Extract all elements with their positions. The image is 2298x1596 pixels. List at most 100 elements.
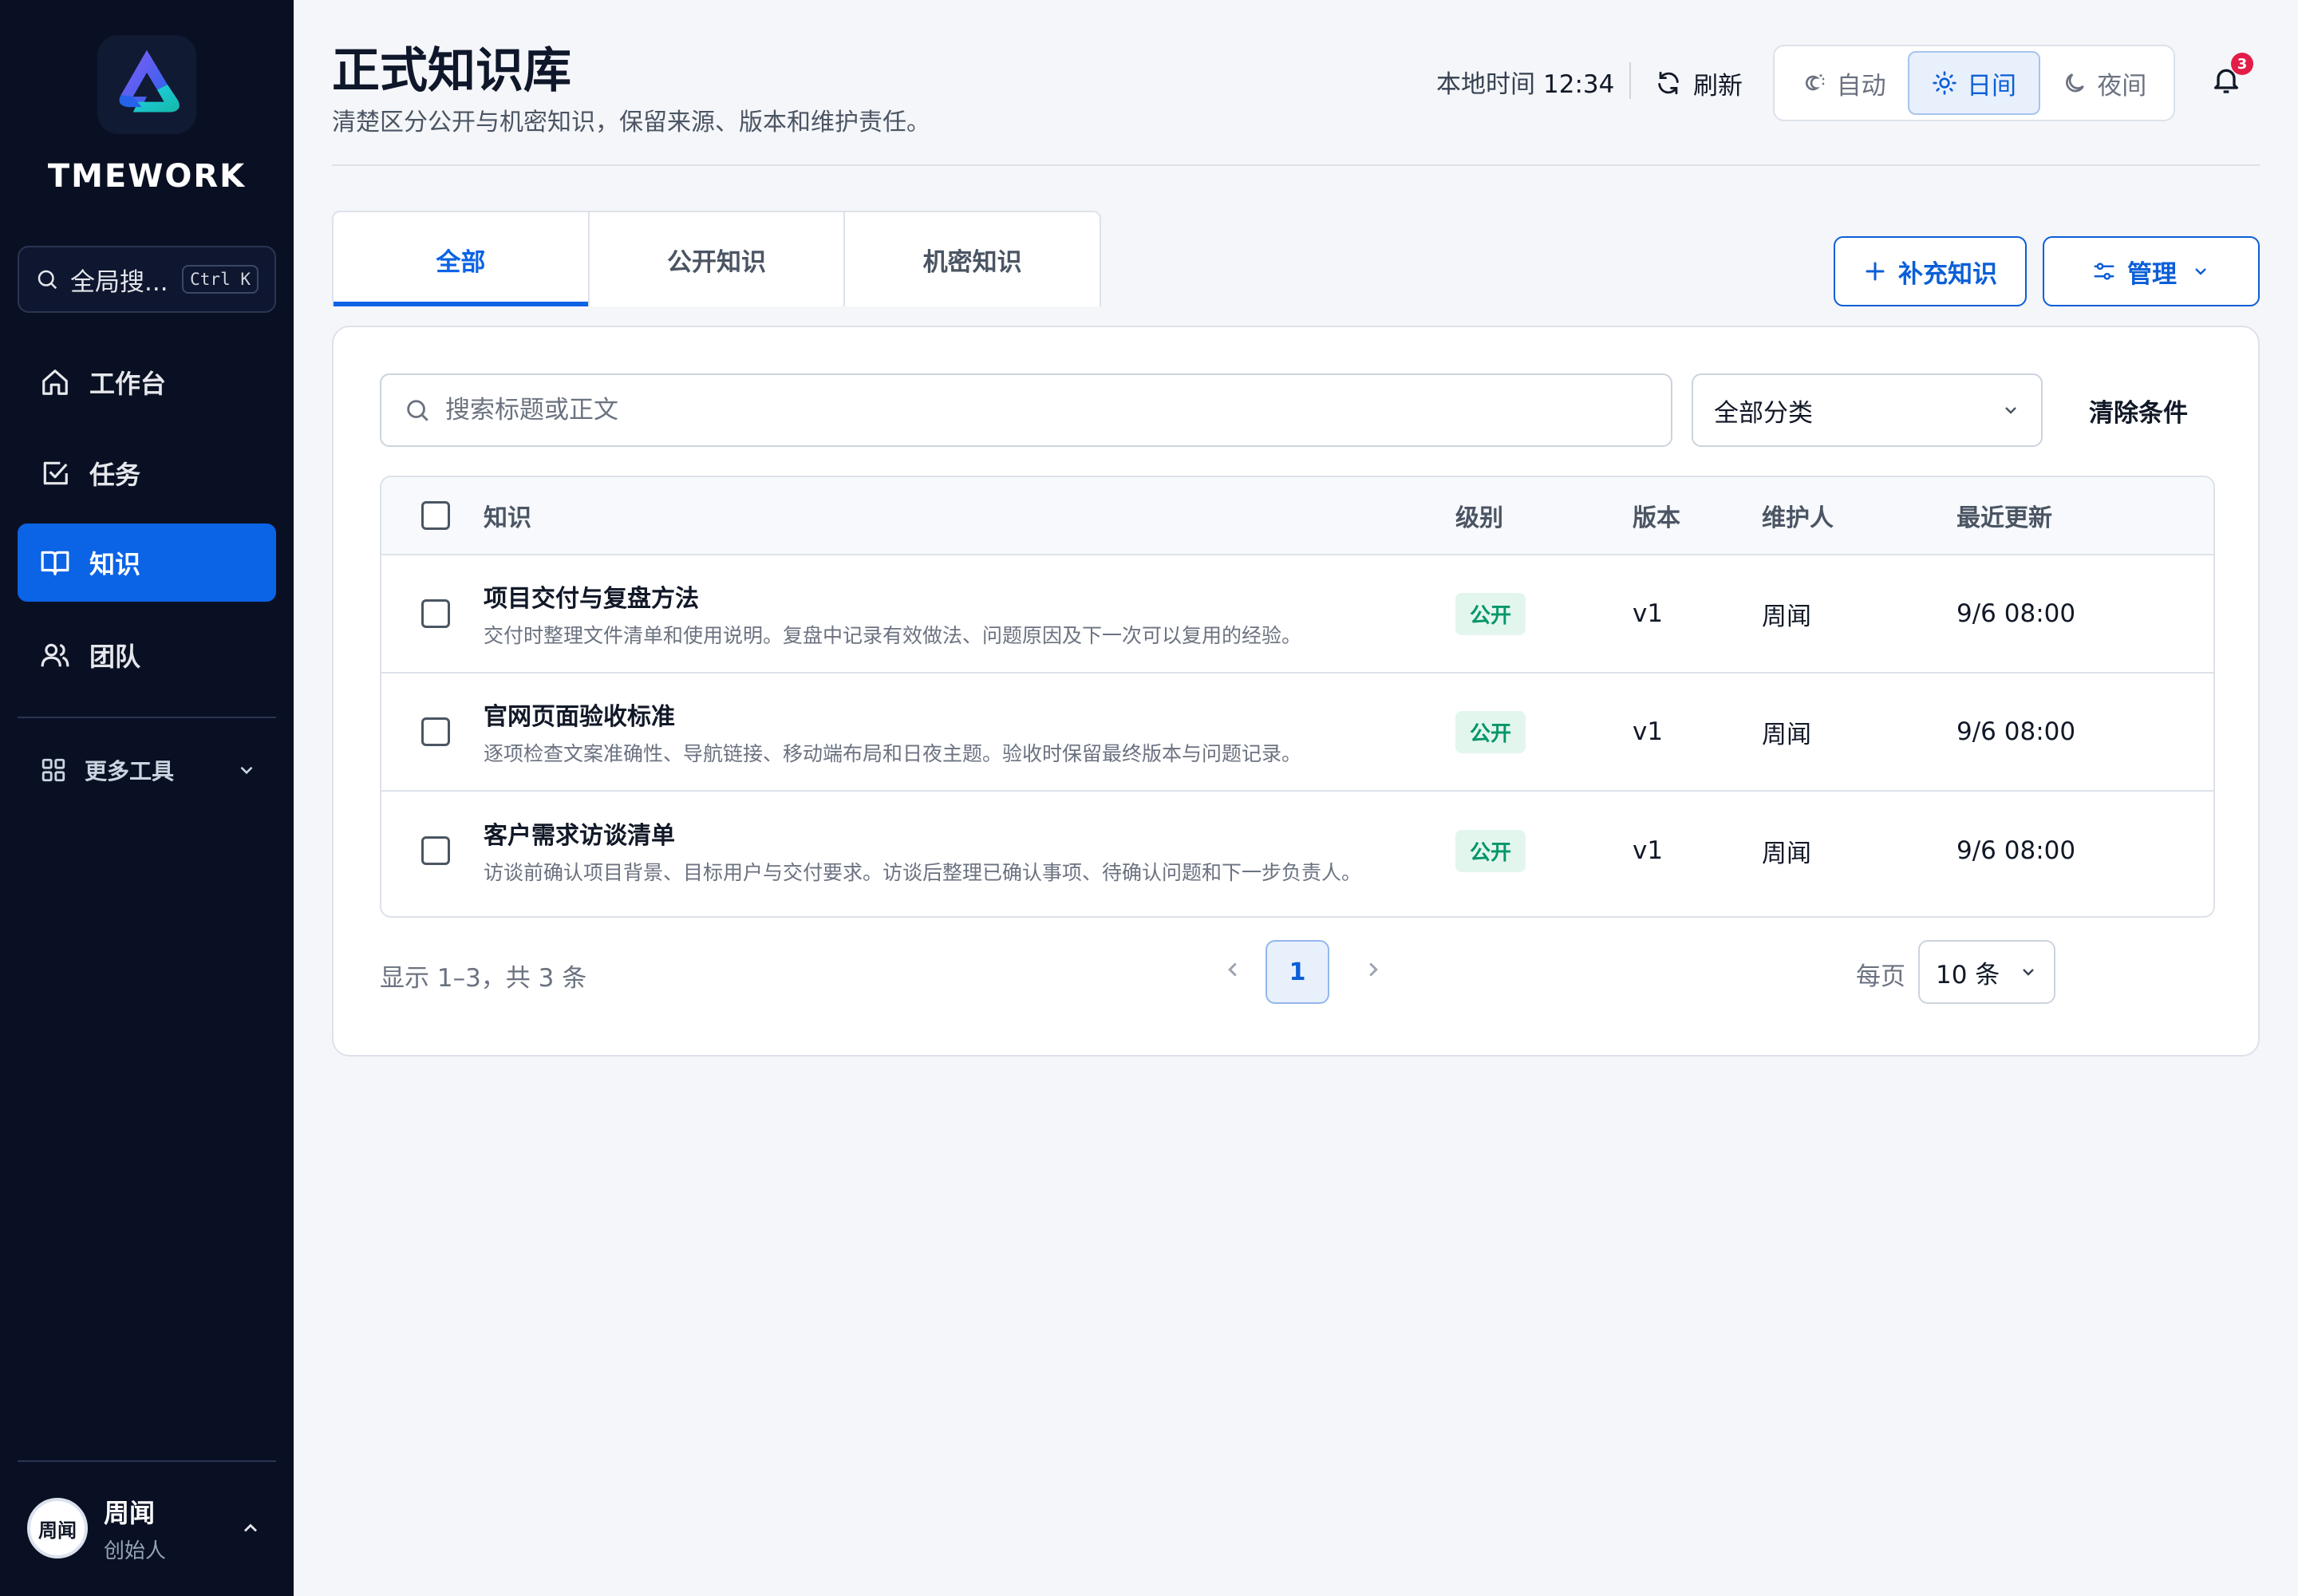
clear-filters-button[interactable]: 清除条件 [2089,373,2188,447]
users-icon [41,643,69,667]
sidebar-item-label: 知识 [89,549,141,579]
chevron-down-icon [2005,407,2016,414]
page-button-current[interactable]: 1 [1265,940,1329,1004]
plus-icon [1866,262,1885,281]
row-checkbox[interactable] [421,836,450,865]
sidebar-divider [18,717,276,718]
chevron-right-icon [1369,962,1378,977]
global-search[interactable]: 全局搜... Ctrl K [18,246,276,313]
maintainer-cell: 周闻 [1762,839,1811,868]
search-icon [407,400,428,421]
sidebar-item-label: 任务 [89,460,141,490]
version-cell: v1 [1633,836,1664,865]
user-menu[interactable]: 周闻 周闻 创始人 [18,1484,276,1572]
chevron-down-icon [240,766,253,775]
checkbox-icon [43,461,68,485]
sidebar-item-label: 团队 [89,642,141,672]
theme-auto-button[interactable]: 自动 [1779,51,1908,115]
knowledge-title[interactable]: 官网页面验收标准 [484,697,675,732]
sidebar-divider [18,1460,276,1462]
sun-icon [1933,71,1956,95]
column-header-knowledge: 知识 [484,504,531,532]
level-cell: 公开 [1455,674,1526,790]
sidebar-item-knowledge[interactable]: 知识 [18,523,276,602]
app-logo[interactable] [97,35,196,134]
brand-name: TMEWORK [47,158,247,195]
theme-day-label: 日间 [1966,71,2016,101]
shortcut-hint: Ctrl K [182,265,259,294]
header-divider [1629,62,1631,99]
per-page-select[interactable]: 10 条 [1918,940,2055,1004]
knowledge-title[interactable]: 项目交付与复盘方法 [484,579,699,614]
theme-auto-label: 自动 [1836,71,1886,101]
add-knowledge-button[interactable]: 补充知识 [1834,236,2027,306]
page-subtitle: 清楚区分公开与机密知识，保留来源、版本和维护责任。 [332,109,930,136]
sliders-icon [2094,263,2114,280]
sidebar: TMEWORK 全局搜... Ctrl K 工作台 任务 知识 团队 更多工具 … [0,0,294,1596]
table-row[interactable]: 客户需求访谈清单 访谈前确认项目背景、目标用户与交付要求。访谈后整理已确认事项、… [381,792,2213,910]
search-input[interactable] [445,396,1626,425]
pagination-summary: 显示 1–3，共 3 条 [380,964,587,993]
table-header: 知识 级别 版本 维护人 最近更新 [381,477,2213,555]
knowledge-description: 逐项检查文案准确性、导航链接、移动端布局和日夜主题。验收时保留最终版本与问题记录… [484,742,1302,765]
manage-label: 管理 [2127,259,2177,289]
sidebar-item-workbench[interactable]: 工作台 [18,343,276,421]
knowledge-cell: 客户需求访谈清单 访谈前确认项目背景、目标用户与交付要求。访谈后整理已确认事项、… [484,792,1361,910]
user-role: 创始人 [104,1539,167,1563]
updated-cell: 9/6 08:00 [1956,836,2076,865]
book-icon [41,551,69,575]
knowledge-search [380,373,1672,447]
table-row[interactable]: 项目交付与复盘方法 交付时整理文件清单和使用说明。复盘中记录有效做法、问题原因及… [381,555,2213,674]
column-header-version: 版本 [1633,504,1680,532]
select-all-checkbox[interactable] [421,501,450,530]
search-icon [38,270,57,290]
row-checkbox[interactable] [421,599,450,628]
sidebar-item-team[interactable]: 团队 [18,616,276,694]
tab-public[interactable]: 公开知识 [590,212,846,306]
level-badge: 公开 [1455,592,1526,635]
row-select-cell [421,674,450,790]
maintainer-cell: 周闻 [1762,602,1811,631]
level-cell: 公开 [1455,792,1526,910]
knowledge-title[interactable]: 客户需求访谈清单 [484,816,675,851]
version-cell: v1 [1633,599,1664,628]
category-select-value: 全部分类 [1714,398,1813,428]
level-badge: 公开 [1455,710,1526,753]
maintainer-cell: 周闻 [1762,720,1811,749]
more-tools-label: 更多工具 [85,758,175,784]
theme-night-button[interactable]: 夜间 [2040,51,2169,115]
knowledge-tabs: 全部 公开知识 机密知识 [332,211,1101,306]
refresh-button[interactable]: 刷新 [1655,61,1743,105]
knowledge-description: 交付时整理文件清单和使用说明。复盘中记录有效做法、问题原因及下一次可以复用的经验… [484,624,1302,647]
updated-cell: 9/6 08:00 [1956,717,2076,746]
tab-all[interactable]: 全部 [334,212,590,306]
notification-count-badge: 3 [2231,53,2253,75]
more-tools-toggle[interactable]: 更多工具 [18,742,276,798]
local-time-label: 本地时间 [1436,70,1535,99]
chevron-up-icon [244,1523,257,1532]
knowledge-table: 知识 级别 版本 维护人 最近更新 项目交付与复盘方法 交付时整理文件清单和使用… [380,476,2215,918]
previous-page-button[interactable] [1221,958,1245,982]
avatar: 周闻 [27,1498,88,1558]
next-page-button[interactable] [1361,958,1385,982]
manage-dropdown-button[interactable]: 管理 [2043,236,2260,306]
row-checkbox[interactable] [421,717,450,746]
theme-switcher: 自动 日间 夜间 [1773,45,2175,121]
theme-day-button[interactable]: 日间 [1908,51,2040,115]
column-header-level: 级别 [1455,504,1503,532]
tab-confidential[interactable]: 机密知识 [845,212,1100,306]
row-select-cell [421,555,450,672]
updated-cell: 9/6 08:00 [1956,599,2076,628]
category-select[interactable]: 全部分类 [1692,373,2043,447]
table-row[interactable]: 官网页面验收标准 逐项检查文案准确性、导航链接、移动端布局和日夜主题。验收时保留… [381,674,2213,792]
sidebar-item-tasks[interactable]: 任务 [18,434,276,512]
chevron-down-icon [2195,268,2206,275]
knowledge-description: 访谈前确认项目背景、目标用户与交付要求。访谈后整理已确认事项、待确认问题和下一步… [484,861,1362,884]
local-time: 本地时间 12:34 [1436,64,1614,100]
page-title: 正式知识库 [332,43,571,99]
row-select-cell [421,792,450,910]
home-icon [42,369,68,395]
logo-icon [119,49,180,113]
header-divider-line [332,164,2260,166]
level-badge: 公开 [1455,829,1526,872]
